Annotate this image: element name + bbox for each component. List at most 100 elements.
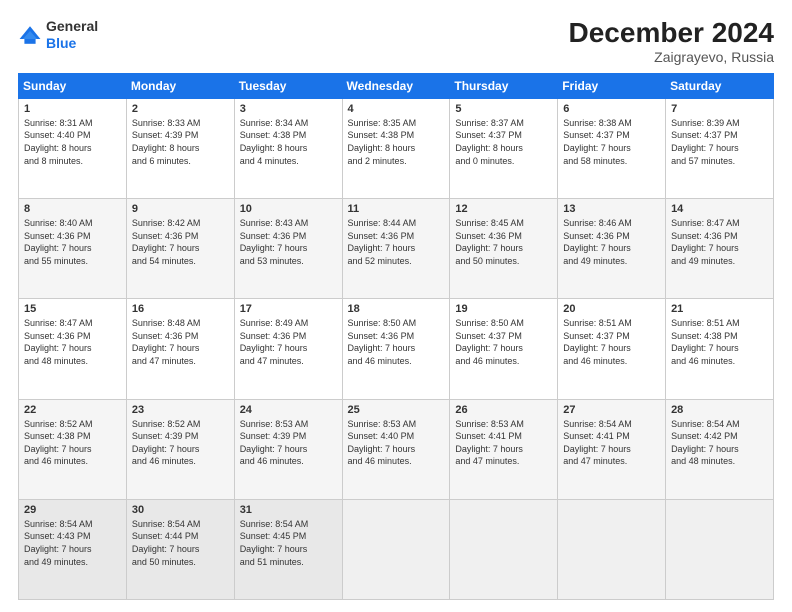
week-row-2: 8 Sunrise: 8:40 AM Sunset: 4:36 PM Daylig…: [19, 199, 774, 299]
day-number: 24: [240, 404, 337, 416]
week-row-1: 1Sunrise: 8:31 AM Sunset: 4:40 PM Daylig…: [19, 98, 774, 198]
day-info: Sunrise: 8:40 AM Sunset: 4:36 PM Dayligh…: [24, 217, 121, 267]
logo-text: General Blue: [46, 18, 98, 52]
dow-header-friday: Friday: [558, 73, 666, 98]
dow-header-wednesday: Wednesday: [342, 73, 450, 98]
calendar-cell: 3Sunrise: 8:34 AM Sunset: 4:38 PM Daylig…: [234, 98, 342, 198]
calendar-cell: [342, 499, 450, 599]
day-number: 7: [671, 103, 768, 115]
day-info: Sunrise: 8:35 AM Sunset: 4:38 PM Dayligh…: [348, 117, 445, 167]
logo-general: General: [46, 18, 98, 35]
day-info: Sunrise: 8:53 AM Sunset: 4:40 PM Dayligh…: [348, 418, 445, 468]
calendar-cell: 26 Sunrise: 8:53 AM Sunset: 4:41 PM Dayli…: [450, 399, 558, 499]
dow-header-monday: Monday: [126, 73, 234, 98]
calendar-cell: 2 Sunrise: 8:33 AM Sunset: 4:39 PM Daylig…: [126, 98, 234, 198]
calendar-cell: 1Sunrise: 8:31 AM Sunset: 4:40 PM Daylig…: [19, 98, 127, 198]
calendar-cell: 12 Sunrise: 8:45 AM Sunset: 4:36 PM Dayli…: [450, 199, 558, 299]
week-row-3: 15 Sunrise: 8:47 AM Sunset: 4:36 PM Dayli…: [19, 299, 774, 399]
day-info: Sunrise: 8:37 AM Sunset: 4:37 PM Dayligh…: [455, 117, 552, 167]
logo-blue: Blue: [46, 35, 98, 52]
day-number: 17: [240, 303, 337, 315]
location: Zaigrayevo, Russia: [569, 49, 774, 65]
day-info: Sunrise: 8:47 AM Sunset: 4:36 PM Dayligh…: [671, 217, 768, 267]
day-number: 11: [348, 203, 445, 215]
logo-icon: [18, 23, 42, 47]
day-number: 19: [455, 303, 552, 315]
calendar-cell: 20 Sunrise: 8:51 AM Sunset: 4:37 PM Dayli…: [558, 299, 666, 399]
day-info: Sunrise: 8:34 AM Sunset: 4:38 PM Dayligh…: [240, 117, 337, 167]
day-number: 16: [132, 303, 229, 315]
day-info: Sunrise: 8:50 AM Sunset: 4:37 PM Dayligh…: [455, 317, 552, 367]
day-info: Sunrise: 8:44 AM Sunset: 4:36 PM Dayligh…: [348, 217, 445, 267]
calendar-cell: 18Sunrise: 8:50 AM Sunset: 4:36 PM Dayli…: [342, 299, 450, 399]
day-info: Sunrise: 8:50 AM Sunset: 4:36 PM Dayligh…: [348, 317, 445, 367]
calendar-cell: 6 Sunrise: 8:38 AM Sunset: 4:37 PM Daylig…: [558, 98, 666, 198]
calendar-cell: 30 Sunrise: 8:54 AM Sunset: 4:44 PM Dayli…: [126, 499, 234, 599]
day-info: Sunrise: 8:47 AM Sunset: 4:36 PM Dayligh…: [24, 317, 121, 367]
day-info: Sunrise: 8:43 AM Sunset: 4:36 PM Dayligh…: [240, 217, 337, 267]
day-info: Sunrise: 8:33 AM Sunset: 4:39 PM Dayligh…: [132, 117, 229, 167]
calendar-cell: 28 Sunrise: 8:54 AM Sunset: 4:42 PM Dayli…: [666, 399, 774, 499]
calendar-cell: 5Sunrise: 8:37 AM Sunset: 4:37 PM Daylig…: [450, 98, 558, 198]
calendar-cell: 11 Sunrise: 8:44 AM Sunset: 4:36 PM Dayli…: [342, 199, 450, 299]
calendar-cell: [666, 499, 774, 599]
calendar-cell: 4Sunrise: 8:35 AM Sunset: 4:38 PM Daylig…: [342, 98, 450, 198]
page: General Blue December 2024 Zaigrayevo, R…: [0, 0, 792, 612]
calendar-cell: 10 Sunrise: 8:43 AM Sunset: 4:36 PM Dayli…: [234, 199, 342, 299]
day-number: 23: [132, 404, 229, 416]
dow-header-sunday: Sunday: [19, 73, 127, 98]
day-info: Sunrise: 8:51 AM Sunset: 4:38 PM Dayligh…: [671, 317, 768, 367]
day-number: 31: [240, 504, 337, 516]
day-info: Sunrise: 8:45 AM Sunset: 4:36 PM Dayligh…: [455, 217, 552, 267]
week-row-5: 29 Sunrise: 8:54 AM Sunset: 4:43 PM Dayli…: [19, 499, 774, 599]
calendar-cell: 8 Sunrise: 8:40 AM Sunset: 4:36 PM Daylig…: [19, 199, 127, 299]
day-info: Sunrise: 8:49 AM Sunset: 4:36 PM Dayligh…: [240, 317, 337, 367]
day-number: 2: [132, 103, 229, 115]
day-number: 25: [348, 404, 445, 416]
calendar-cell: 25 Sunrise: 8:53 AM Sunset: 4:40 PM Dayli…: [342, 399, 450, 499]
day-info: Sunrise: 8:51 AM Sunset: 4:37 PM Dayligh…: [563, 317, 660, 367]
day-info: Sunrise: 8:54 AM Sunset: 4:44 PM Dayligh…: [132, 518, 229, 568]
week-row-4: 22Sunrise: 8:52 AM Sunset: 4:38 PM Dayli…: [19, 399, 774, 499]
day-number: 8: [24, 203, 121, 215]
day-info: Sunrise: 8:53 AM Sunset: 4:39 PM Dayligh…: [240, 418, 337, 468]
calendar-cell: [558, 499, 666, 599]
day-number: 27: [563, 404, 660, 416]
day-info: Sunrise: 8:53 AM Sunset: 4:41 PM Dayligh…: [455, 418, 552, 468]
dow-header-thursday: Thursday: [450, 73, 558, 98]
day-number: 15: [24, 303, 121, 315]
calendar-cell: 21Sunrise: 8:51 AM Sunset: 4:38 PM Dayli…: [666, 299, 774, 399]
days-of-week-row: SundayMondayTuesdayWednesdayThursdayFrid…: [19, 73, 774, 98]
calendar-body: 1Sunrise: 8:31 AM Sunset: 4:40 PM Daylig…: [19, 98, 774, 599]
logo: General Blue: [18, 18, 98, 52]
day-info: Sunrise: 8:46 AM Sunset: 4:36 PM Dayligh…: [563, 217, 660, 267]
day-number: 28: [671, 404, 768, 416]
calendar-cell: 19 Sunrise: 8:50 AM Sunset: 4:37 PM Dayli…: [450, 299, 558, 399]
day-info: Sunrise: 8:31 AM Sunset: 4:40 PM Dayligh…: [24, 117, 121, 167]
calendar-cell: [450, 499, 558, 599]
month-title: December 2024: [569, 18, 774, 49]
calendar-cell: 24 Sunrise: 8:53 AM Sunset: 4:39 PM Dayli…: [234, 399, 342, 499]
calendar-cell: 23 Sunrise: 8:52 AM Sunset: 4:39 PM Dayli…: [126, 399, 234, 499]
calendar: SundayMondayTuesdayWednesdayThursdayFrid…: [18, 73, 774, 600]
calendar-cell: 16 Sunrise: 8:48 AM Sunset: 4:36 PM Dayli…: [126, 299, 234, 399]
dow-header-tuesday: Tuesday: [234, 73, 342, 98]
title-block: December 2024 Zaigrayevo, Russia: [569, 18, 774, 65]
day-number: 12: [455, 203, 552, 215]
day-number: 13: [563, 203, 660, 215]
day-info: Sunrise: 8:52 AM Sunset: 4:39 PM Dayligh…: [132, 418, 229, 468]
day-number: 9: [132, 203, 229, 215]
calendar-cell: 27Sunrise: 8:54 AM Sunset: 4:41 PM Dayli…: [558, 399, 666, 499]
day-info: Sunrise: 8:54 AM Sunset: 4:42 PM Dayligh…: [671, 418, 768, 468]
day-info: Sunrise: 8:38 AM Sunset: 4:37 PM Dayligh…: [563, 117, 660, 167]
day-info: Sunrise: 8:48 AM Sunset: 4:36 PM Dayligh…: [132, 317, 229, 367]
day-number: 10: [240, 203, 337, 215]
day-number: 20: [563, 303, 660, 315]
day-number: 6: [563, 103, 660, 115]
day-number: 29: [24, 504, 121, 516]
day-info: Sunrise: 8:54 AM Sunset: 4:43 PM Dayligh…: [24, 518, 121, 568]
calendar-cell: 29 Sunrise: 8:54 AM Sunset: 4:43 PM Dayli…: [19, 499, 127, 599]
day-number: 30: [132, 504, 229, 516]
calendar-cell: 9Sunrise: 8:42 AM Sunset: 4:36 PM Daylig…: [126, 199, 234, 299]
day-number: 26: [455, 404, 552, 416]
